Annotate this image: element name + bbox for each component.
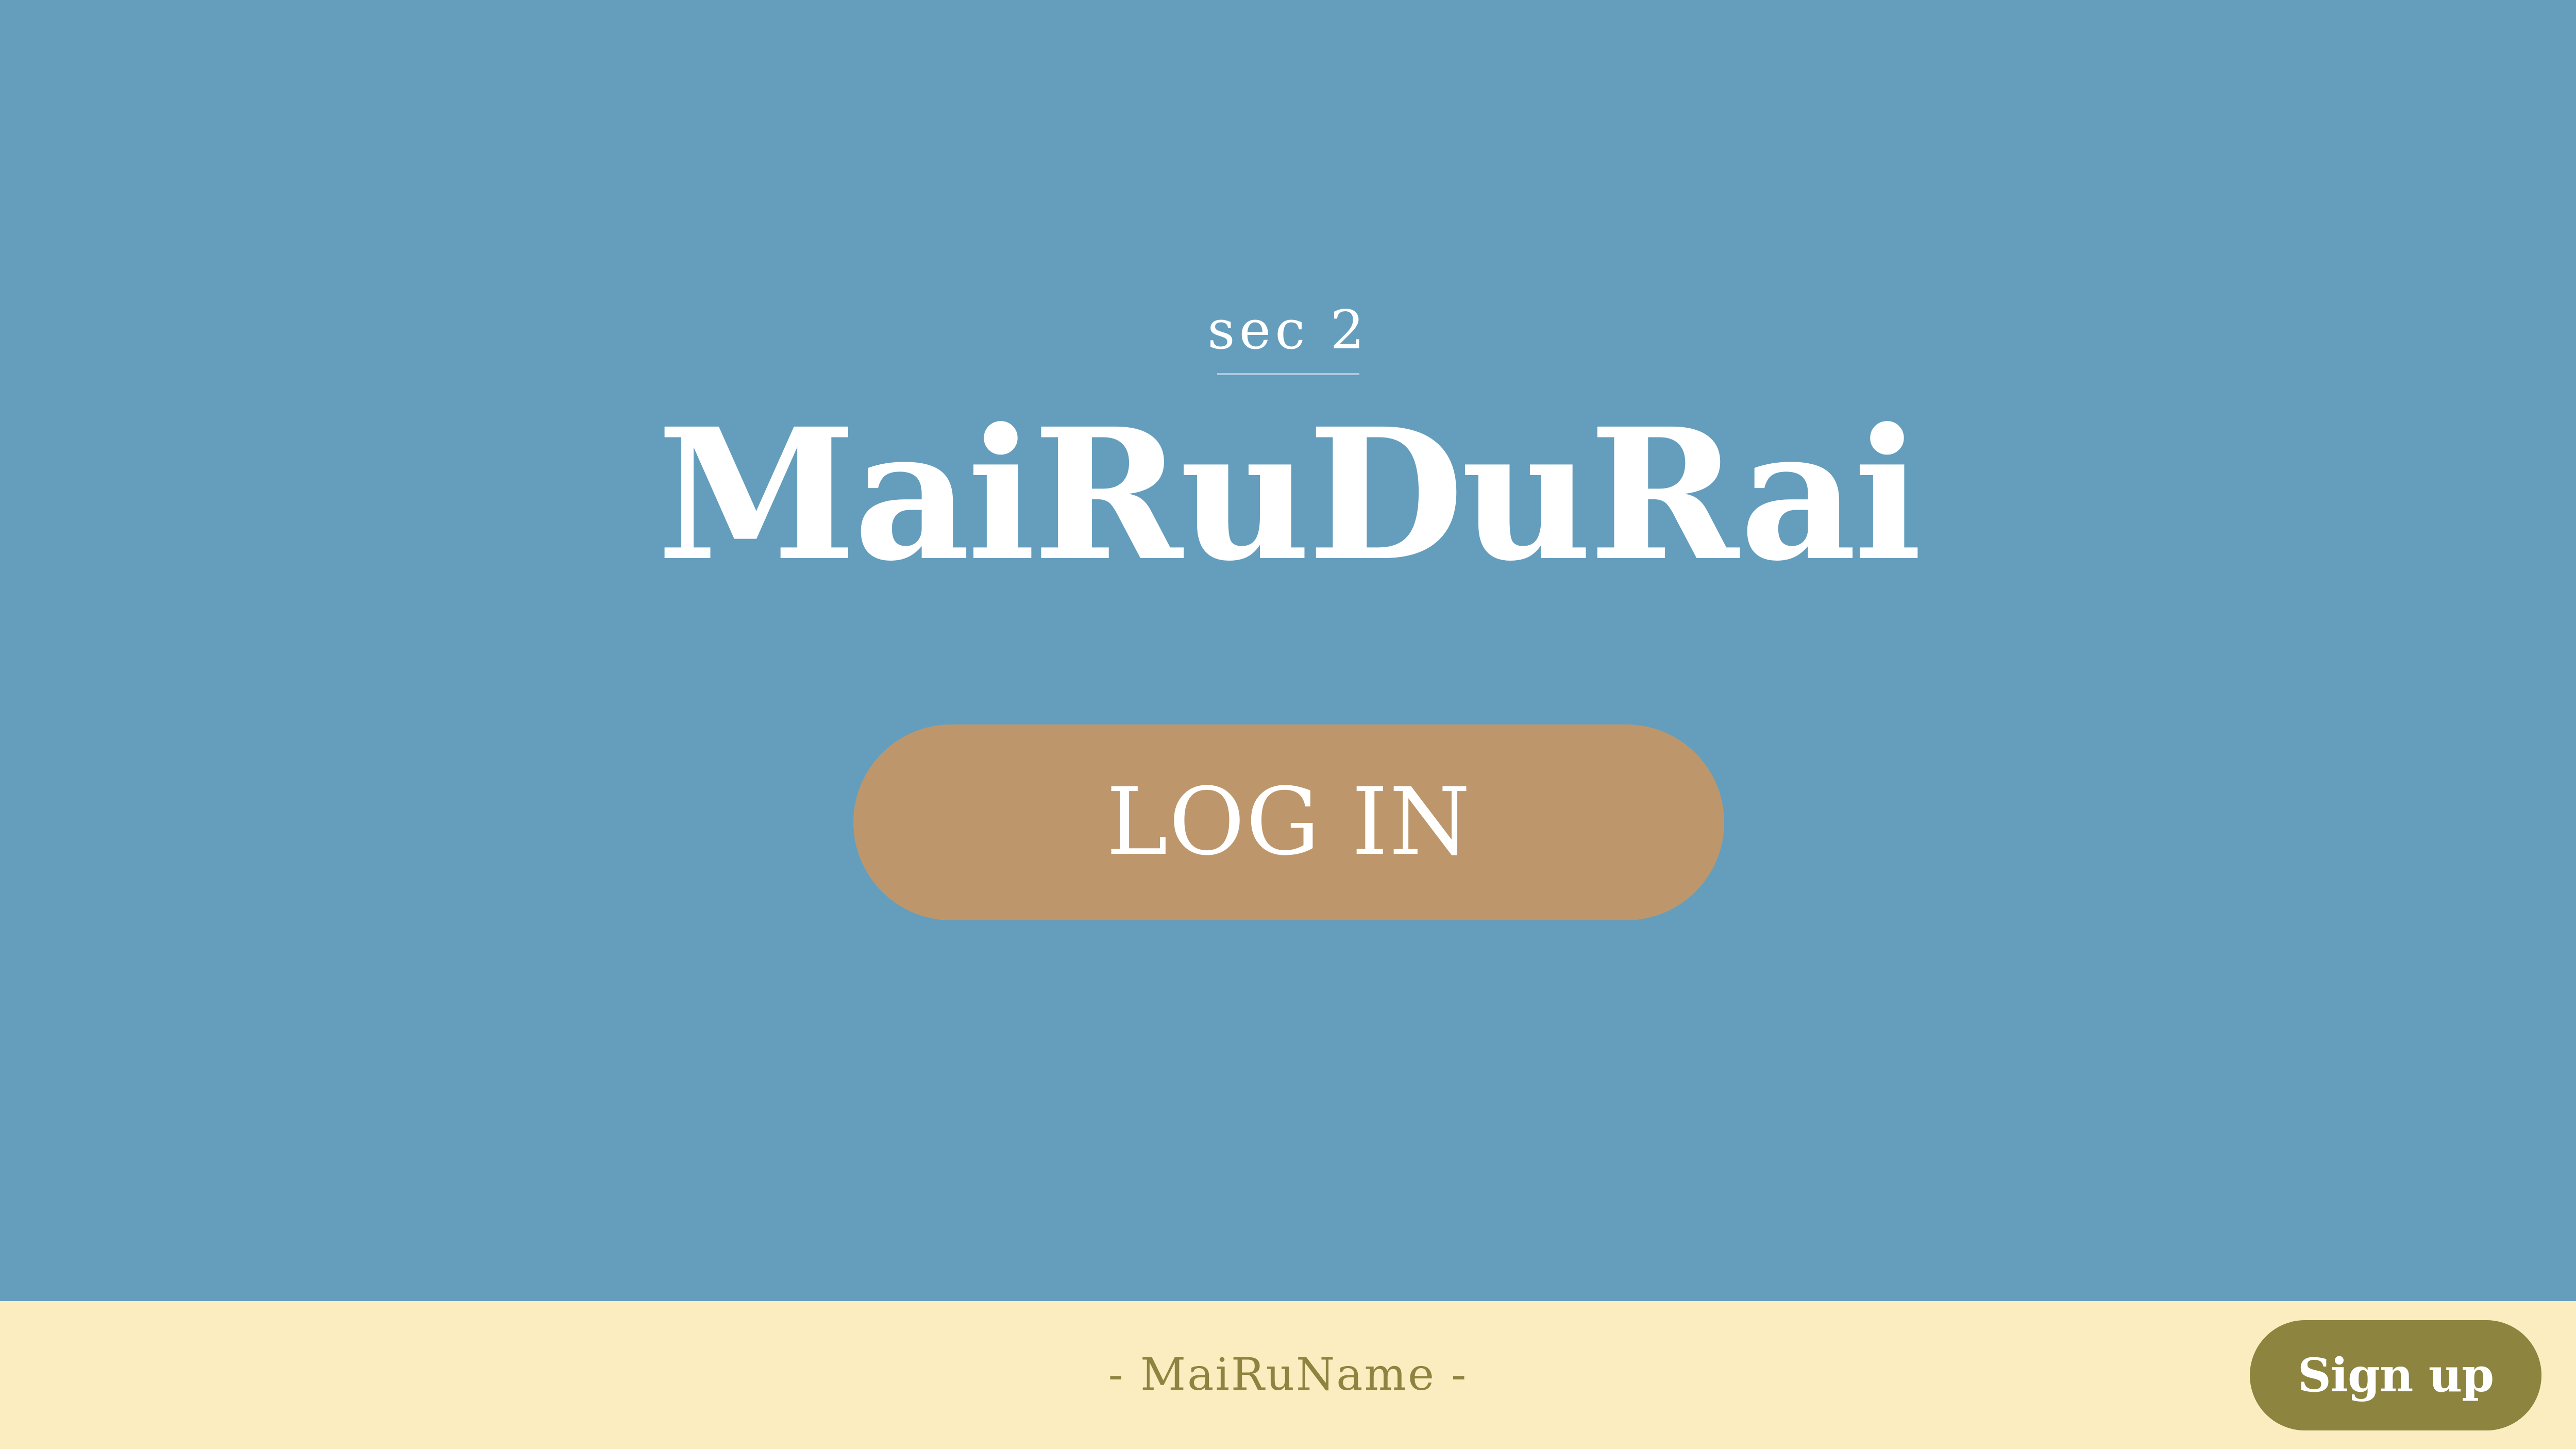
section-label-underline	[1217, 373, 1359, 375]
hero-section: sec 2 MaiRuDuRai LOG IN	[0, 0, 2576, 1301]
footer-bar: - MaiRuName -	[0, 1301, 2576, 1449]
brand-title: MaiRuDuRai	[656, 389, 1922, 601]
login-button[interactable]: LOG IN	[853, 724, 1724, 920]
signup-button[interactable]: Sign up	[2250, 1320, 2541, 1430]
section-label: sec 2	[1207, 298, 1369, 361]
footer-name-text: - MaiRuName -	[1108, 1349, 1468, 1401]
